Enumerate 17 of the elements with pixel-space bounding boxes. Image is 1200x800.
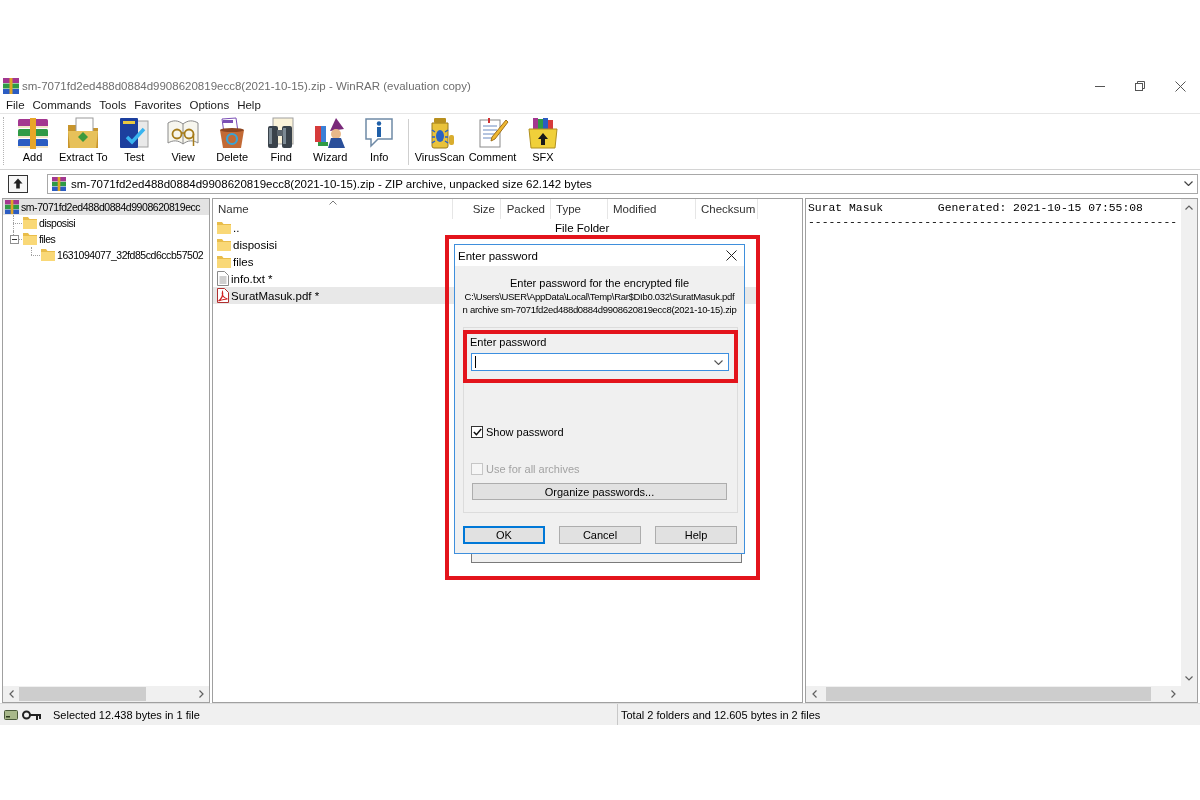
comment-line: ------------------------------------------------------: [808, 215, 1178, 229]
file-name: ..: [233, 221, 240, 234]
comment-line: Surat Masuk Generated: 2021-10-15 07:55:08: [808, 201, 1143, 215]
window-title: sm-7071fd2ed488d0884d9908620819ecc8(2021-10-15).zip - WinRAR (evaluation copy): [22, 80, 471, 92]
file-path-text: n archive sm-7071fd2ed488d0884d9908620819ecc8(2021-10-15).zip: [462, 303, 737, 316]
dialog-message: Enter password for the encrypted file: [509, 277, 690, 290]
file-type: File Folder: [555, 221, 610, 234]
dialog-title: Enter password: [458, 249, 538, 262]
file-name: files: [233, 255, 254, 268]
file-name: SuratMasuk.pdf *: [231, 289, 320, 302]
file-path-text: C:\Users\USER\AppData\Local\Temp\Rar$DIb0.032\SuratMasuk.pdf: [464, 290, 735, 303]
file-name: disposisi: [233, 238, 278, 251]
file-name: info.txt *: [231, 272, 273, 285]
status-text: Selected 12.438 bytes in 1 file: [53, 708, 200, 721]
status-text: Total 2 folders and 12.605 bytes in 2 files: [621, 708, 821, 721]
field-label: Enter password: [470, 336, 547, 349]
address-text: sm-7071fd2ed488d0884d9908620819ecc8(2021-10-15).zip - ZIP archive, unpacked size 62.142 bytes: [71, 177, 592, 190]
